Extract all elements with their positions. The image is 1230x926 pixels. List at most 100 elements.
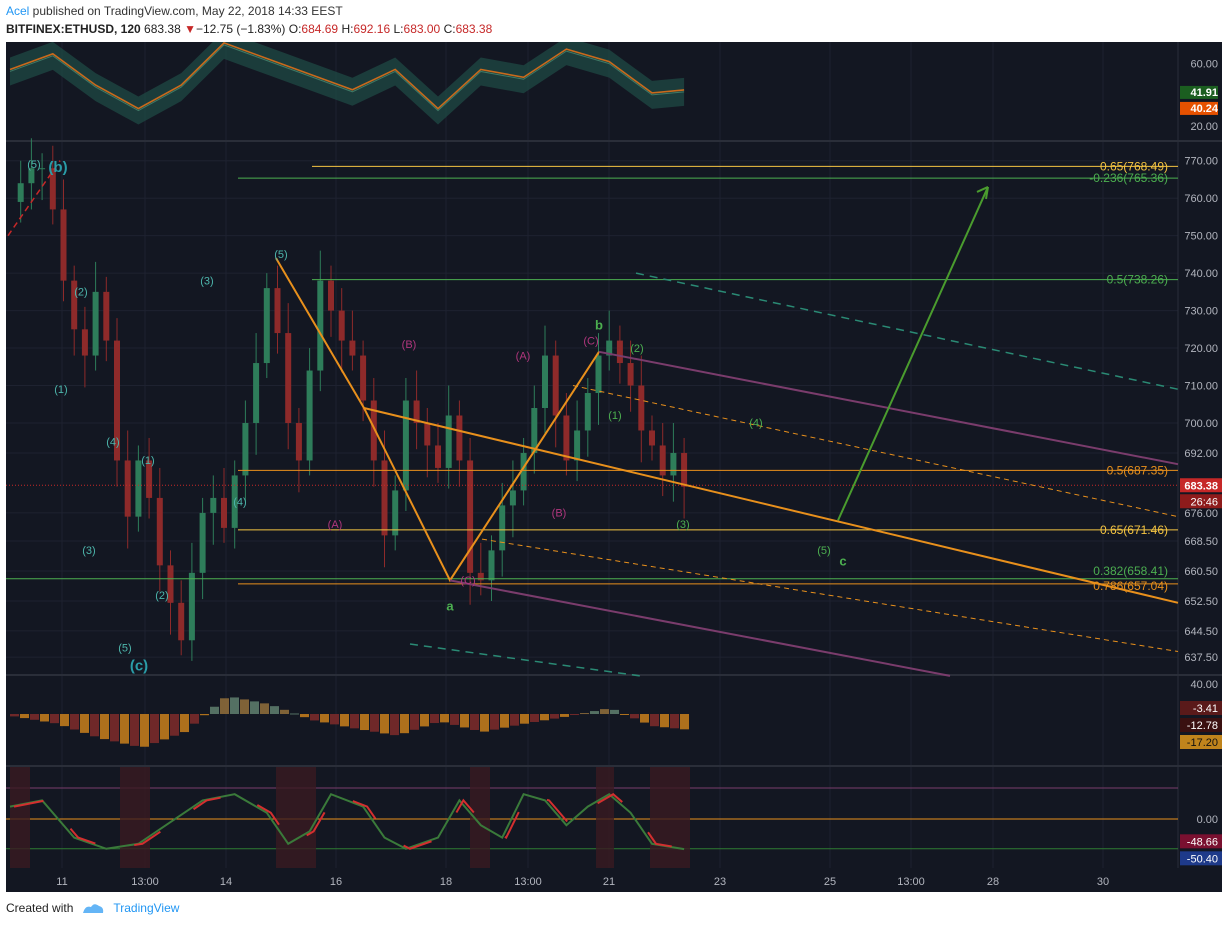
wave-label: (1) [141,455,154,467]
macd-bar [60,714,69,727]
macd-bar [550,714,559,719]
candle-body [306,370,313,461]
macd-bar [470,714,479,730]
macd-bar [240,699,249,714]
stoch-badge: -48.66 [1187,836,1218,848]
candle-body [445,415,452,468]
macd-bar [120,714,129,744]
price-tick-label: 652.50 [1184,596,1218,608]
fib-level-label: 0.65(671.46) [1100,523,1168,537]
macd-bar [10,714,19,717]
low-value: 683.00 [403,22,441,36]
chart-canvas[interactable]: 0.65(768.49)-0.236(765.36)0.5(738.26)0.5… [0,42,1230,892]
candle-body [242,422,249,476]
macd-bar [310,714,319,721]
candle-body [317,280,324,371]
tradingview-link[interactable]: TradingView [113,901,179,915]
publish-line: Acel published on TradingView.com, May 2… [6,4,343,18]
wave-label: (4) [749,418,762,430]
macd-bar [70,714,79,730]
candle-body [499,505,506,551]
candle-body [595,355,602,394]
macd-bar [590,711,599,714]
tradingview-logo-icon [83,904,104,913]
macd-bar [440,714,449,723]
candle-body [360,355,367,401]
macd-bar [100,714,109,740]
wave-label: b [595,317,603,332]
time-tick-label: 23 [714,876,726,888]
price-tick-label: 710.00 [1184,381,1218,393]
stoch-zone [650,767,690,868]
macd-bar [400,714,409,734]
macd-bar [130,714,139,746]
ohlc-line: BITFINEX:ETHUSD, 120 683.38 ▼−12.75 (−1.… [6,22,492,36]
candle-body [681,452,688,487]
price-tick-label: 644.50 [1184,626,1218,638]
macd-bar [150,714,159,744]
open-value: 684.69 [301,22,339,36]
author-link[interactable]: Acel [6,4,29,18]
wave-label: (2) [630,343,643,355]
price-tick-label: 700.00 [1184,418,1218,430]
candle-body [649,430,655,446]
fib-level-label: -0.236(765.36) [1089,171,1168,185]
wave-label: (b) [48,159,67,176]
candle-body [435,445,441,468]
fib-level-label: 0.382(658.41) [1093,564,1168,578]
candle-body [616,340,623,364]
candle-body [509,490,516,506]
wave-label: (4) [106,436,119,448]
price-tick-label: 692.00 [1184,448,1218,460]
macd-bar [340,714,349,727]
stoch-zone [10,767,30,868]
wave-label: (5) [27,159,40,171]
price-tick-label: 750.00 [1184,231,1218,243]
time-tick-label: 25 [824,876,836,888]
candle-body [199,512,206,573]
macd-badge: -17.20 [1187,737,1218,749]
candle-body [156,497,163,566]
candle-body [574,430,581,461]
candle-body [456,415,463,461]
price-tick-label: 660.50 [1184,566,1218,578]
macd-bar [640,714,649,723]
published-text: published on TradingView.com, May 22, 20… [29,4,343,18]
macd-bar [200,714,209,716]
macd-bar [390,714,399,736]
candle-body [467,460,474,573]
wave-label: (A) [516,350,531,362]
macd-bar [20,714,29,719]
candle-body [103,291,110,341]
wave-label: (5) [118,643,131,655]
macd-bar [450,714,459,725]
macd-tick-label: 40.00 [1190,679,1218,691]
close-value: 683.38 [455,22,493,36]
candle-body [349,340,356,356]
candle-body [124,460,131,517]
stoch-tick-label: 0.00 [1197,814,1218,826]
main-pane-bg [6,142,1178,674]
candle-body [17,183,24,202]
candle-body [670,452,677,476]
footer: Created with TradingView [6,901,179,915]
wave-label: (A) [328,519,343,531]
macd-bar [560,714,569,717]
macd-bar [330,714,339,725]
macd-bar [500,714,509,728]
macd-bar [40,714,49,722]
candle-body [488,550,495,581]
fib-level-label: 0.5(738.26) [1107,273,1168,287]
high-value: 692.16 [353,22,391,36]
price-tick-label: 760.00 [1184,193,1218,205]
wave-label: (3) [676,519,689,531]
macd-bar [530,714,539,722]
created-with-text: Created with [6,901,74,915]
macd-bar [430,714,439,724]
wave-label: (2) [155,590,168,602]
stoch-zone [120,767,150,868]
candle-body [188,572,195,641]
macd-bar [280,709,289,714]
macd-bar [110,714,119,742]
macd-bar [630,714,639,719]
